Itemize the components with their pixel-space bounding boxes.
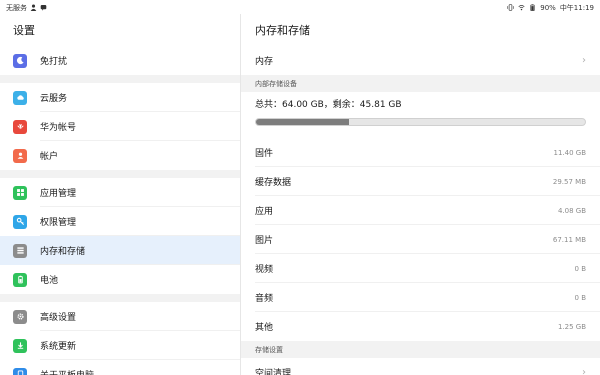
settings-menu-item[interactable]: 权限管理 bbox=[0, 207, 240, 236]
storage-category-size: 0 B bbox=[574, 293, 586, 302]
storage-category-size: 29.57 MB bbox=[552, 177, 586, 186]
memory-label: 内存 bbox=[255, 57, 274, 67]
settings-menu-item[interactable]: 高级设置 bbox=[0, 302, 240, 331]
settings-menu-label: 电池 bbox=[40, 276, 59, 286]
settings-menu-label: 权限管理 bbox=[40, 218, 77, 228]
update-icon bbox=[13, 338, 27, 353]
settings-list-pane: 设置 免打扰云服务华为帐号帐户应用管理权限管理内存和存储电池高级设置系统更新关于… bbox=[0, 14, 240, 375]
storage-category-size: 4.08 GB bbox=[557, 206, 586, 215]
settings-menu-label: 高级设置 bbox=[40, 313, 77, 323]
storage-category-label: 其他 bbox=[255, 323, 274, 333]
storage-detail-pane: 内存和存储 内存 › 内部存储设备 总共：64.00 GB，剩余：45.81 G… bbox=[241, 14, 600, 375]
battery-status-icon bbox=[529, 3, 536, 13]
settings-menu-label: 内存和存储 bbox=[40, 247, 86, 257]
chevron-right-icon: › bbox=[582, 367, 586, 375]
storage-category-size: 11.40 GB bbox=[553, 148, 587, 157]
settings-menu-label: 帐户 bbox=[40, 152, 59, 162]
settings-menu-item[interactable]: 关于平板电脑 bbox=[0, 360, 240, 375]
settings-menu-item[interactable]: 内存和存储 bbox=[0, 236, 240, 265]
storage-title: 内存和存储 bbox=[255, 24, 310, 37]
storage-category-label: 图片 bbox=[255, 236, 274, 246]
group-separator bbox=[0, 170, 240, 178]
settings-menu-label: 云服务 bbox=[40, 94, 68, 104]
storage-category-label: 应用 bbox=[255, 207, 274, 217]
person-icon bbox=[30, 4, 37, 13]
storage-category-size: 0 B bbox=[574, 264, 586, 273]
battery-percent: 90% bbox=[540, 4, 556, 12]
gear-icon bbox=[13, 309, 27, 324]
settings-menu-item[interactable]: 系统更新 bbox=[0, 331, 240, 360]
group-separator bbox=[0, 294, 240, 302]
battery-icon bbox=[13, 272, 27, 287]
space-cleanup-row[interactable]: 空间清理 › bbox=[241, 358, 600, 375]
group-separator bbox=[0, 75, 240, 83]
internal-storage-header: 内部存储设备 bbox=[241, 75, 600, 92]
settings-menu-item[interactable]: 帐户 bbox=[0, 141, 240, 170]
carrier-text: 无服务 bbox=[6, 4, 27, 12]
chevron-right-icon: › bbox=[582, 55, 586, 66]
settings-menu-label: 系统更新 bbox=[40, 342, 77, 352]
storage-category-label: 视频 bbox=[255, 265, 274, 275]
storage-category-label: 固件 bbox=[255, 149, 274, 159]
huawei-logo-icon bbox=[13, 119, 27, 134]
storage-settings-header: 存储设置 bbox=[241, 341, 600, 358]
settings-menu-label: 免打扰 bbox=[40, 57, 68, 67]
settings-menu-label: 关于平板电脑 bbox=[40, 368, 94, 375]
storage-category-row[interactable]: 应用 4.08 GB bbox=[241, 196, 600, 225]
status-bar: 无服务 90% 中午11:19 bbox=[0, 0, 600, 14]
storage-category-size: 1.25 GB bbox=[557, 322, 586, 331]
moon-icon bbox=[13, 53, 27, 68]
key-icon bbox=[13, 214, 27, 229]
settings-menu-label: 应用管理 bbox=[40, 189, 77, 199]
storage-category-row[interactable]: 音频 0 B bbox=[241, 283, 600, 312]
storage-category-label: 音频 bbox=[255, 294, 274, 304]
apps-icon bbox=[13, 185, 27, 200]
settings-menu: 免打扰云服务华为帐号帐户应用管理权限管理内存和存储电池高级设置系统更新关于平板电… bbox=[0, 46, 240, 375]
settings-menu-item[interactable]: 电池 bbox=[0, 265, 240, 294]
notification-icon bbox=[40, 4, 47, 13]
storage-icon bbox=[13, 243, 27, 258]
tablet-icon bbox=[13, 367, 27, 375]
usage-bar-track bbox=[255, 118, 586, 126]
vibrate-icon bbox=[507, 3, 514, 13]
account-icon bbox=[13, 148, 27, 163]
settings-title: 设置 bbox=[13, 24, 35, 37]
storage-category-label: 缓存数据 bbox=[255, 178, 292, 188]
settings-menu-item[interactable]: 应用管理 bbox=[0, 178, 240, 207]
memory-row[interactable]: 内存 › bbox=[241, 46, 600, 75]
settings-menu-item[interactable]: 云服务 bbox=[0, 83, 240, 112]
storage-category-row[interactable]: 缓存数据 29.57 MB bbox=[241, 167, 600, 196]
storage-category-row[interactable]: 固件 11.40 GB bbox=[241, 138, 600, 167]
storage-usage-bar bbox=[241, 114, 600, 138]
usage-bar-fill bbox=[256, 119, 350, 125]
storage-category-row[interactable]: 图片 67.11 MB bbox=[241, 225, 600, 254]
wifi-icon bbox=[518, 4, 525, 13]
settings-menu-label: 华为帐号 bbox=[40, 123, 77, 133]
storage-category-size: 67.11 MB bbox=[552, 235, 586, 244]
storage-category-row[interactable]: 视频 0 B bbox=[241, 254, 600, 283]
clock: 中午11:19 bbox=[559, 4, 594, 12]
settings-menu-item[interactable]: 华为帐号 bbox=[0, 112, 240, 141]
space-cleanup-label: 空间清理 bbox=[255, 369, 292, 375]
cloud-icon bbox=[13, 90, 27, 105]
settings-menu-item[interactable]: 免打扰 bbox=[0, 46, 240, 75]
storage-breakdown-list: 固件 11.40 GB 缓存数据 29.57 MB 应用 4.08 GB 图片 67.11 M… bbox=[241, 138, 600, 341]
storage-total: 总共：64.00 GB，剩余：45.81 GB bbox=[255, 99, 402, 110]
storage-category-row[interactable]: 其他 1.25 GB bbox=[241, 312, 600, 341]
